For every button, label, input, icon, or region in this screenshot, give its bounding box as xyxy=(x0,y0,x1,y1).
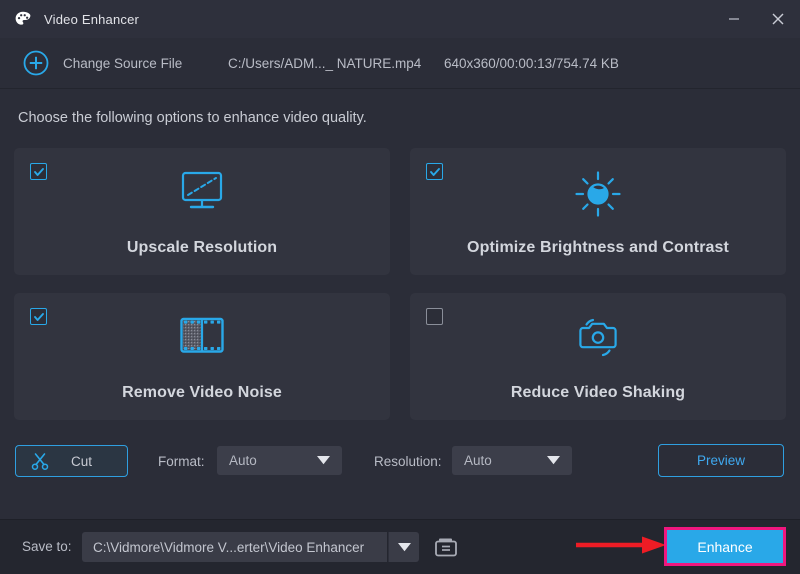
option-label-optimize-brightness: Optimize Brightness and Contrast xyxy=(467,239,729,256)
film-strip-noise-icon xyxy=(14,315,390,357)
format-label: Format: xyxy=(158,454,205,469)
controls-row: Cut Format: Auto Resolution: Auto Previe… xyxy=(0,444,800,482)
option-card-reduce-shaking[interactable]: Reduce Video Shaking xyxy=(410,293,786,420)
minimize-button[interactable] xyxy=(712,0,756,38)
folder-open-icon xyxy=(434,538,457,556)
option-card-optimize-brightness[interactable]: Optimize Brightness and Contrast xyxy=(410,148,786,275)
enhance-button[interactable]: Enhance xyxy=(667,530,783,563)
save-to-path-value: C:\Vidmore\Vidmore V...erter\Video Enhan… xyxy=(93,539,365,555)
title-bar: Video Enhancer xyxy=(0,0,800,38)
resolution-dropdown[interactable]: Auto xyxy=(452,446,572,475)
monitor-upscale-icon xyxy=(14,170,390,214)
instruction-text: Choose the following options to enhance … xyxy=(18,110,367,126)
source-file-path: C:/Users/ADM..._ NATURE.mp4 xyxy=(228,55,422,71)
option-label-remove-noise: Remove Video Noise xyxy=(122,384,282,401)
plus-circle-icon[interactable] xyxy=(22,49,50,77)
change-source-file-button[interactable]: Change Source File xyxy=(63,56,182,71)
format-dropdown[interactable]: Auto xyxy=(217,446,342,475)
palette-icon xyxy=(13,9,33,29)
chevron-down-icon xyxy=(547,452,560,470)
open-folder-button[interactable] xyxy=(432,533,459,560)
window-title: Video Enhancer xyxy=(44,11,140,27)
chevron-down-icon xyxy=(317,452,330,470)
option-card-remove-noise[interactable]: Remove Video Noise xyxy=(14,293,390,420)
option-label-upscale-resolution: Upscale Resolution xyxy=(126,239,278,256)
option-label-reduce-shaking: Reduce Video Shaking xyxy=(510,384,686,401)
save-to-label: Save to: xyxy=(22,539,72,554)
camera-stabilize-icon xyxy=(410,315,786,359)
video-enhancer-window: Video Enhancer Change Source File C:/Use… xyxy=(0,0,800,574)
source-file-row: Change Source File C:/Users/ADM..._ NATU… xyxy=(0,38,800,89)
brightness-sun-icon xyxy=(410,170,786,218)
save-to-dropdown-button[interactable] xyxy=(388,532,419,562)
enhance-button-highlight: Enhance xyxy=(664,527,786,566)
save-to-path-input[interactable]: C:\Vidmore\Vidmore V...erter\Video Enhan… xyxy=(82,532,387,562)
enhancement-options-grid: Upscale Resolution Optimize Brightness a… xyxy=(14,148,786,420)
resolution-label: Resolution: xyxy=(374,454,442,469)
option-card-upscale-resolution[interactable]: Upscale Resolution xyxy=(14,148,390,275)
window-controls xyxy=(712,0,800,38)
scissors-icon xyxy=(30,451,50,471)
preview-button[interactable]: Preview xyxy=(658,444,784,477)
format-value: Auto xyxy=(229,453,257,468)
resolution-value: Auto xyxy=(464,453,492,468)
source-file-meta: 640x360/00:00:13/754.74 KB xyxy=(444,55,619,71)
chevron-down-icon xyxy=(397,542,411,551)
cut-button[interactable]: Cut xyxy=(15,445,128,477)
close-button[interactable] xyxy=(756,0,800,38)
cut-button-label: Cut xyxy=(70,453,92,469)
